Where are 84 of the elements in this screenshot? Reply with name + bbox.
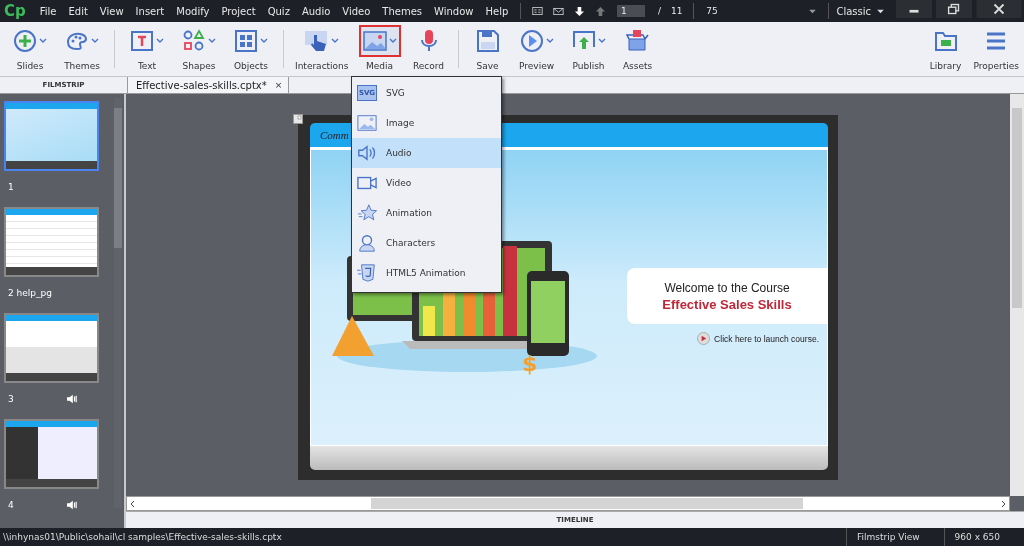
media-icon — [357, 233, 377, 253]
caret-icon — [877, 8, 884, 14]
slide-size: 960 x 650 — [943, 528, 1024, 546]
toolbar-icon — [130, 29, 154, 53]
slide-logo: Comm — [320, 129, 349, 141]
menu-item[interactable]: Quiz — [261, 5, 296, 17]
toolbar-icon — [182, 29, 206, 53]
menu-item[interactable]: Image — [352, 108, 501, 138]
app-logo: Cp — [3, 2, 27, 20]
restore-button[interactable] — [934, 0, 974, 18]
slide-label: 4 — [8, 500, 15, 510]
slide-label: 3 — [8, 394, 15, 404]
slide-thumbnail[interactable] — [4, 101, 99, 171]
horizontal-scrollbar[interactable] — [126, 496, 1010, 511]
toolbar-button[interactable]: Properties — [968, 22, 1024, 76]
launch-link[interactable]: Click here to launch course. — [714, 333, 819, 344]
close-button[interactable] — [974, 0, 1024, 18]
arrow-down-icon[interactable] — [574, 5, 585, 17]
menu-item[interactable]: Insert — [129, 5, 171, 17]
menu-item[interactable]: Animation — [352, 198, 501, 228]
mail-icon[interactable] — [553, 5, 565, 17]
menu-item[interactable]: Modify — [170, 5, 216, 17]
vertical-scrollbar[interactable] — [1010, 94, 1024, 496]
menu-item[interactable]: Project — [215, 5, 262, 17]
media-icon — [357, 113, 377, 133]
toolbar-icon — [519, 29, 544, 53]
play-icon[interactable] — [697, 332, 711, 345]
toolbar-button[interactable]: Text — [121, 22, 173, 76]
toolbar-button[interactable]: Shapes — [173, 22, 225, 76]
toolbar-button[interactable]: Objects — [225, 22, 277, 76]
menu-item[interactable]: Video — [336, 5, 377, 17]
menu-item[interactable]: Video — [352, 168, 501, 198]
menu-item[interactable]: HTML5 Animation — [352, 258, 501, 288]
minimize-button[interactable] — [894, 0, 934, 18]
toolbar-button[interactable]: Save — [464, 22, 511, 76]
menu-item[interactable]: Audio — [352, 138, 501, 168]
menu-item[interactable]: File — [33, 5, 63, 17]
menu-item[interactable]: Audio — [295, 5, 337, 17]
toolbar-icon — [13, 29, 37, 53]
document-tab[interactable]: Effective-sales-skills.cptx* × — [127, 77, 290, 93]
course-title: Effective Sales Skills — [662, 296, 792, 312]
page-field[interactable]: 1 — [616, 5, 645, 17]
caption-icon[interactable] — [532, 5, 544, 17]
toolbar-button[interactable]: Slides — [4, 22, 56, 76]
toolbar-button[interactable]: Publish — [562, 22, 615, 76]
resize-handle-icon[interactable] — [293, 114, 303, 124]
slide-thumbnail[interactable] — [4, 419, 99, 489]
slide-thumbnail[interactable] — [4, 207, 99, 277]
toolbar-button[interactable]: Library — [922, 22, 969, 76]
media-icon — [357, 143, 377, 163]
menu-item[interactable]: Help — [479, 5, 515, 17]
menu-item[interactable]: Edit — [62, 5, 94, 17]
toolbar-icon — [933, 29, 958, 53]
menu-item[interactable]: Themes — [376, 5, 429, 17]
arrow-up-icon[interactable] — [595, 5, 606, 17]
media-icon — [357, 203, 377, 223]
page-total: 11 — [669, 6, 684, 16]
toolbar-button[interactable]: Assets — [614, 22, 661, 76]
toolbar-button[interactable]: Interactions — [290, 22, 354, 76]
toolbar-icon — [475, 29, 500, 53]
media-icon — [357, 263, 377, 283]
toolbar-button[interactable]: Record — [405, 22, 452, 76]
slide-label: 1 — [8, 182, 15, 192]
toolbar-icon — [625, 29, 650, 53]
welcome-text: Welcome to the Course — [664, 280, 790, 295]
file-path: \\inhynas01\Public\sohail\cl samples\Effective-sales-skills.cptx — [2, 532, 282, 542]
toolbar-icon — [234, 29, 258, 53]
zoom-dropdown[interactable]: 75 — [700, 6, 822, 16]
menu-item[interactable]: View — [93, 5, 130, 17]
view-mode: Filmstrip View — [845, 528, 944, 546]
toolbar-icon — [362, 29, 387, 53]
tab-close-button[interactable]: × — [274, 80, 283, 90]
toolbar-button[interactable]: Preview — [510, 22, 563, 76]
toolbar-icon — [304, 29, 329, 53]
workspace-dropdown[interactable]: Classic — [834, 5, 894, 17]
vertical-scrollbar[interactable] — [114, 98, 122, 508]
menu-item[interactable]: Characters — [352, 228, 501, 258]
slide-thumbnail[interactable] — [4, 313, 99, 383]
page-separator: / — [656, 6, 662, 16]
toolbar-button[interactable]: Media — [353, 22, 406, 76]
menu-item[interactable]: Window — [428, 5, 480, 17]
caret-icon — [808, 8, 816, 14]
toolbar-button[interactable]: Themes — [56, 22, 108, 76]
slide-label: 2 help_pg — [8, 288, 52, 298]
